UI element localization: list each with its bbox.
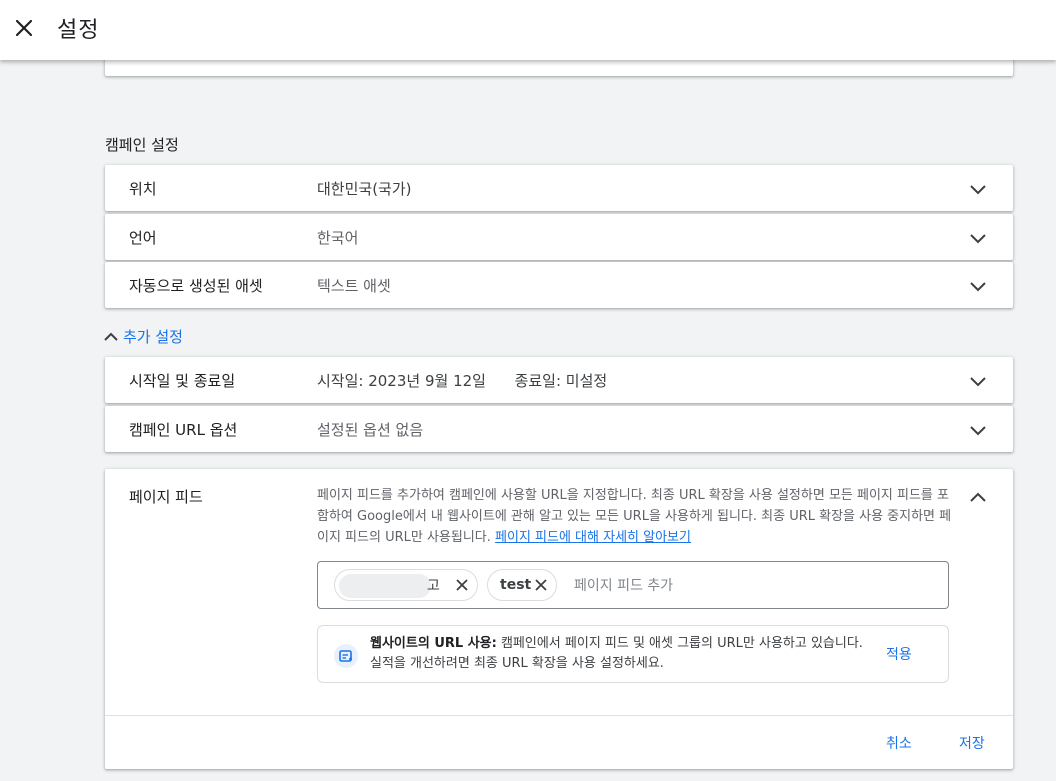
setting-row-location[interactable]: 위치 대한민국(국가) [105, 165, 1013, 211]
setting-label: 자동으로 생성된 애셋 [129, 277, 263, 295]
learn-more-link[interactable]: 페이지 피드에 대해 자세히 알아보기 [495, 530, 691, 545]
chevron-down-icon[interactable] [969, 277, 987, 295]
page-feed-placeholder: 페이지 피드 추가 [574, 578, 674, 594]
setting-label: 언어 [129, 229, 157, 247]
setting-row-url-options[interactable]: 캠페인 URL 옵션 설정된 옵션 없음 [105, 406, 1013, 452]
page-feed-chip: test [487, 569, 557, 601]
more-settings-label: 추가 설정 [123, 328, 183, 346]
setting-label: 시작일 및 종료일 [129, 372, 236, 390]
page-feed-label: 페이지 피드 [129, 488, 203, 506]
chevron-down-icon[interactable] [969, 372, 987, 390]
cancel-button[interactable]: 취소 [886, 733, 912, 753]
setting-value: 텍스트 애셋 [317, 277, 391, 295]
page-title: 설정 [57, 18, 100, 43]
close-button[interactable] [10, 14, 38, 42]
chevron-down-icon[interactable] [969, 229, 987, 247]
apply-button[interactable]: 적용 [886, 644, 912, 664]
url-usage-notice: 웹사이트의 URL 사용: 캠페인에서 페이지 피드 및 애셋 그룹의 URL만… [317, 625, 949, 683]
chevron-down-icon[interactable] [969, 180, 987, 198]
page-feed-description: 페이지 피드를 추가하여 캠페인에 사용할 URL을 지정합니다. 최종 URL… [317, 485, 953, 548]
setting-value: 한국어 [317, 229, 359, 247]
chevron-up-icon [104, 332, 118, 341]
redacted-text [339, 574, 431, 598]
remove-chip-icon[interactable] [455, 578, 469, 592]
remove-chip-icon[interactable] [534, 578, 548, 592]
top-app-bar: 설정 [0, 0, 1056, 60]
section-title-campaign-settings: 캠페인 설정 [105, 136, 179, 154]
page-feed-input[interactable]: 고 test 페이지 피드 추가 [317, 561, 949, 609]
page-feed-chip: 고 [334, 569, 478, 601]
setting-value: 설정된 옵션 없음 [317, 421, 424, 439]
close-icon [15, 19, 33, 37]
chip-label: 고 [427, 578, 440, 594]
web-url-icon [334, 644, 358, 668]
setting-value: 대한민국(국가) [317, 180, 412, 198]
notice-text: 웹사이트의 URL 사용: 캠페인에서 페이지 피드 및 애셋 그룹의 URL만… [370, 634, 870, 674]
chip-label: test [500, 577, 532, 593]
setting-value: 시작일: 2023년 9월 12일 종료일: 미설정 [317, 372, 608, 390]
divider [105, 715, 1013, 716]
chevron-down-icon[interactable] [969, 421, 987, 439]
save-button[interactable]: 저장 [959, 733, 985, 753]
setting-row-dates[interactable]: 시작일 및 종료일 시작일: 2023년 9월 12일 종료일: 미설정 [105, 357, 1013, 403]
setting-label: 캠페인 URL 옵션 [129, 421, 238, 439]
setting-label: 위치 [129, 180, 157, 198]
notice-bold: 웹사이트의 URL 사용: [370, 636, 497, 651]
more-settings-toggle[interactable]: 추가 설정 [102, 326, 183, 347]
setting-row-auto-assets[interactable]: 자동으로 생성된 애셋 텍스트 애셋 [105, 262, 1013, 308]
page-feed-card: 페이지 피드 페이지 피드를 추가하여 캠페인에 사용할 URL을 지정합니다.… [105, 469, 1013, 769]
chevron-up-icon[interactable] [969, 489, 987, 507]
setting-row-language[interactable]: 언어 한국어 [105, 214, 1013, 260]
